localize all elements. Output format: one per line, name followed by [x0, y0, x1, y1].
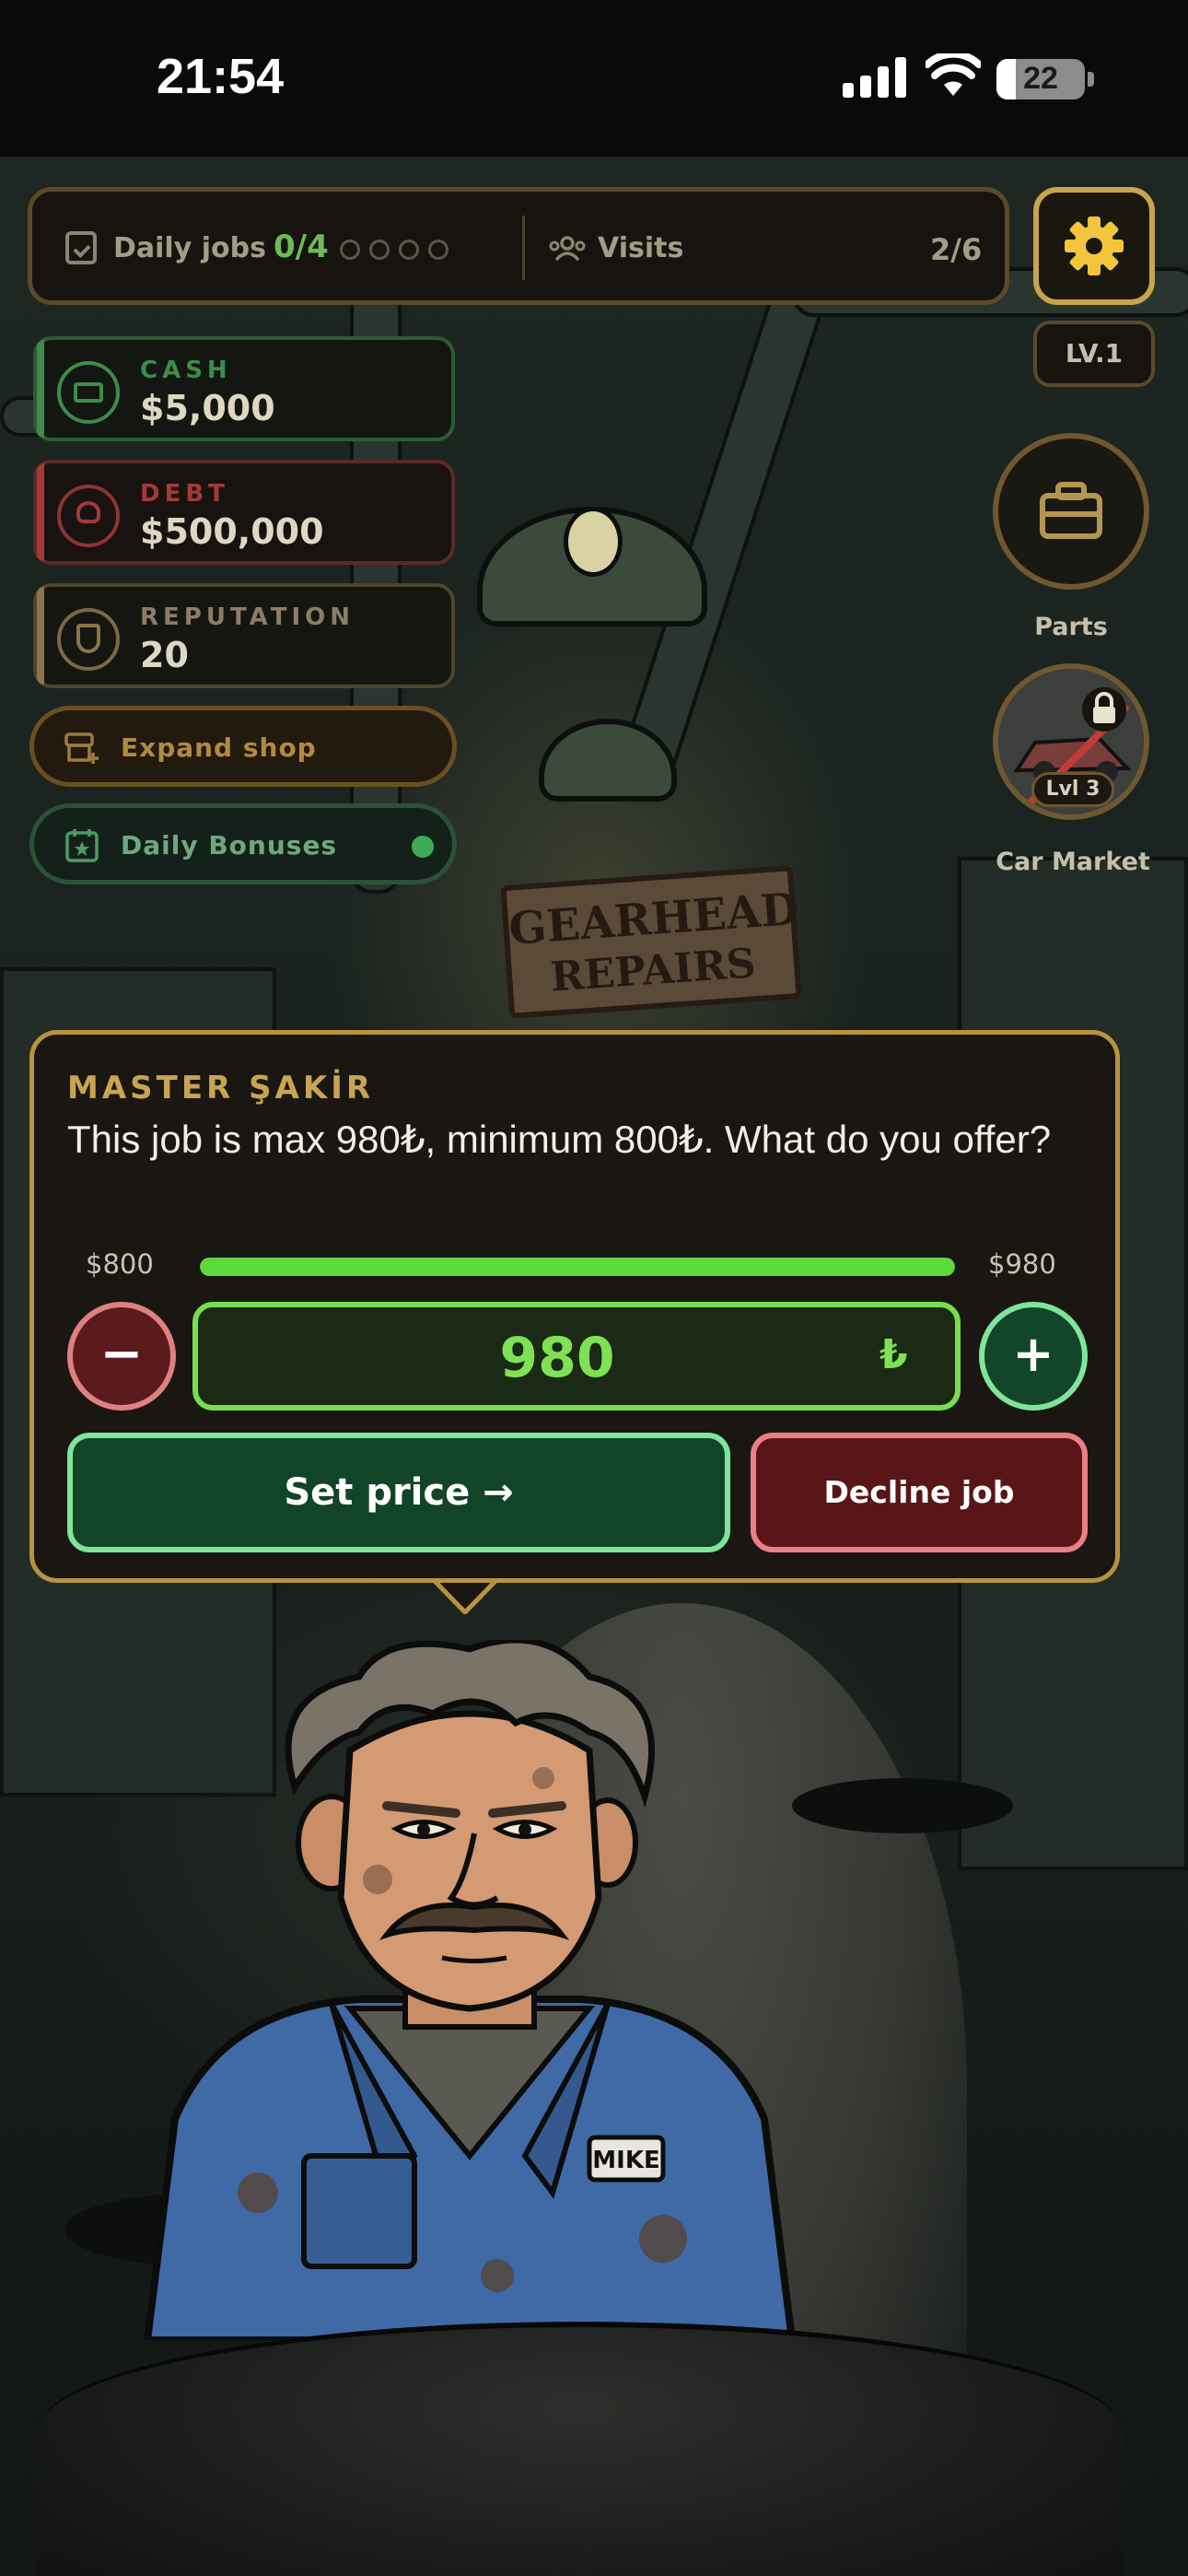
gear-icon	[1065, 217, 1124, 275]
battery-percent: 22	[1023, 61, 1058, 96]
daily-jobs-progress	[340, 240, 448, 260]
lock-icon	[1082, 687, 1126, 732]
table-top	[37, 2322, 1124, 2576]
max-price-label: $980	[988, 1248, 1056, 1280]
reputation-label: REPUTATION	[140, 603, 355, 631]
card-accent	[37, 340, 44, 438]
cash-label: CASH	[140, 357, 232, 384]
progress-dot	[369, 240, 390, 260]
progress-dot	[428, 240, 448, 260]
decline-job-button[interactable]: Decline job	[751, 1433, 1088, 1552]
bulb	[564, 507, 623, 577]
expand-shop-label: Expand shop	[121, 732, 317, 763]
game-screen: 21:54 22 GEARHEAD REPAIRS MIKE Daily job…	[0, 0, 1188, 2576]
cash-card: CASH $5,000	[33, 336, 455, 441]
debt-value: $500,000	[140, 511, 324, 552]
card-accent	[37, 587, 44, 685]
price-input[interactable]: 980 ₺	[192, 1302, 961, 1411]
parts-label: Parts	[1034, 613, 1108, 641]
min-price-label: $800	[86, 1248, 154, 1280]
dialog-tail	[433, 1577, 497, 1614]
visits-count: 2/6	[930, 232, 983, 267]
debt-label: DEBT	[140, 480, 229, 508]
divider	[522, 216, 525, 280]
increase-price-button[interactable]: +	[979, 1302, 1088, 1411]
reputation-card: REPUTATION 20	[33, 583, 455, 688]
toolbox-icon	[1040, 482, 1102, 539]
dialog-message: This job is max 980₺, minimum 800₺. What…	[67, 1118, 1052, 1161]
price-value: 980	[499, 1326, 615, 1390]
status-bar: 21:54 22	[0, 0, 1188, 157]
car-market-label: Car Market	[996, 848, 1150, 876]
nametag: MIKE	[592, 2147, 659, 2174]
clipboard-check-icon	[65, 231, 97, 264]
visits-label: Visits	[598, 232, 684, 264]
decrease-price-button[interactable]: −	[67, 1302, 176, 1411]
skull-icon	[57, 485, 120, 547]
daily-bonuses-button[interactable]: Daily Bonuses	[29, 803, 457, 884]
expand-shop-button[interactable]: Expand shop	[29, 706, 457, 787]
daily-jobs-count: 0/4	[274, 228, 329, 265]
cash-value: $5,000	[140, 388, 275, 428]
battery-icon: 22	[996, 59, 1085, 100]
level-badge: LV.1	[1033, 321, 1155, 387]
parts-button[interactable]	[993, 433, 1149, 590]
calendar-star-icon	[65, 829, 99, 862]
battery-tip	[1088, 72, 1094, 87]
reputation-value: 20	[140, 635, 189, 675]
settings-button[interactable]	[1033, 187, 1155, 305]
price-negotiation-dialog: MASTER ŞAKİR This job is max 980₺, minim…	[29, 1030, 1120, 1583]
clock: 21:54	[157, 49, 285, 104]
price-slider-fill	[200, 1258, 955, 1276]
set-price-button[interactable]: Set price →	[67, 1433, 730, 1552]
users-icon	[549, 236, 586, 262]
store-plus-icon	[64, 732, 99, 764]
shield-star-icon	[57, 608, 120, 671]
currency-symbol: ₺	[879, 1331, 908, 1378]
daily-jobs-label: Daily jobs	[113, 232, 266, 264]
wifi-icon	[926, 53, 981, 96]
pipe	[612, 235, 843, 797]
progress-dot	[340, 240, 360, 260]
daily-bonuses-label: Daily Bonuses	[121, 830, 338, 861]
mechanic-character: MIKE	[143, 1640, 797, 2340]
signal-icon	[843, 57, 906, 98]
speaker-name: MASTER ŞAKİR	[67, 1070, 375, 1107]
debt-card: DEBT $500,000	[33, 460, 455, 565]
progress-dot	[399, 240, 419, 260]
car-market-lock-level: Lvl 3	[1031, 772, 1114, 807]
top-bar: Daily jobs 0/4 Visits 2/6	[28, 187, 1009, 305]
notification-dot	[412, 836, 434, 858]
gearhead-sign: GEARHEAD REPAIRS	[500, 865, 802, 1019]
price-slider[interactable]	[200, 1258, 955, 1276]
money-icon	[57, 361, 120, 424]
card-accent	[37, 463, 44, 561]
